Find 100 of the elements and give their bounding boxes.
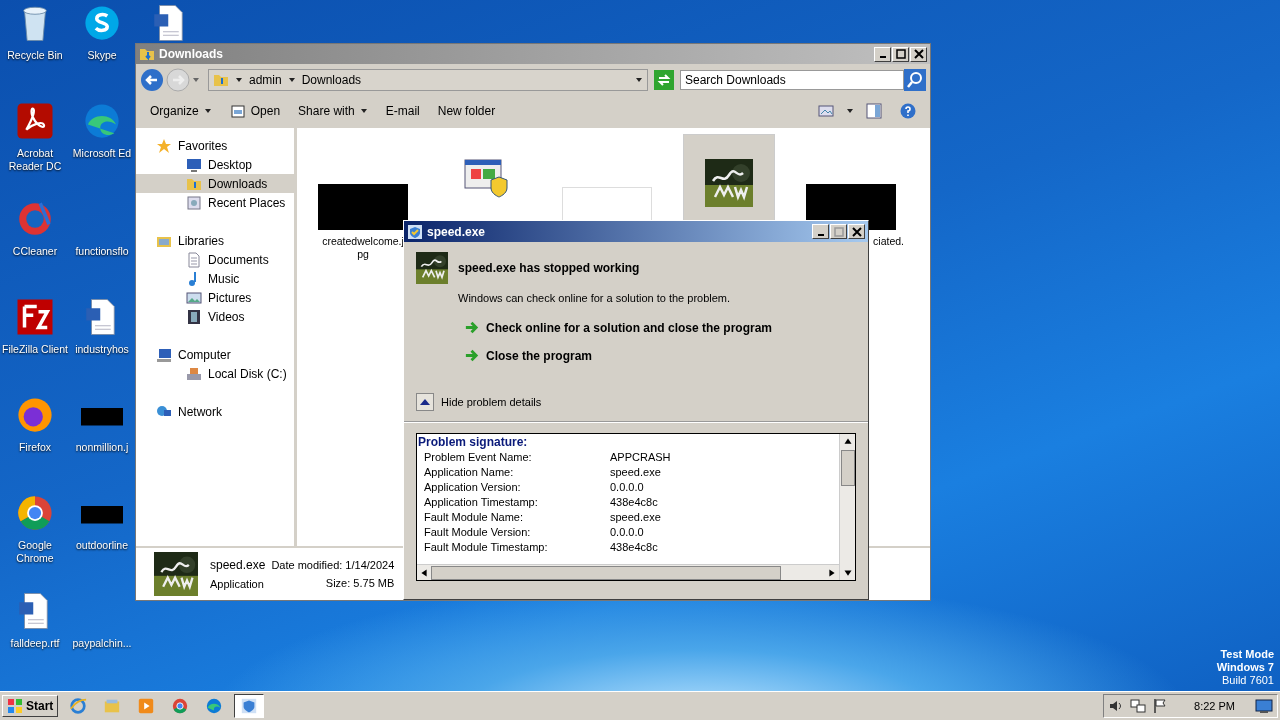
dialog-message: Windows can check online for a solution to the problem. (458, 292, 732, 304)
search-field[interactable]: Search Downloads (680, 70, 904, 90)
share-button[interactable]: Share with (292, 101, 374, 121)
icon-label[interactable]: nonmillion.j (75, 441, 129, 454)
document-icon (186, 251, 202, 268)
horizontal-scrollbar[interactable] (417, 564, 839, 580)
help-icon[interactable] (900, 103, 916, 119)
desktop-icon (186, 156, 202, 173)
scroll-thumb[interactable] (840, 450, 855, 486)
preview-pane-icon[interactable] (866, 103, 882, 119)
nav-item[interactable]: Network (136, 402, 294, 421)
nav-item[interactable]: Videos (136, 307, 294, 326)
detail-label: Application Version: (424, 480, 522, 493)
detail-value: speed.exe (610, 465, 661, 478)
icon-label[interactable]: Google Chrome (0, 539, 70, 565)
vertical-scrollbar[interactable] (839, 434, 855, 580)
caret-icon[interactable] (203, 107, 212, 115)
back-button[interactable] (140, 68, 164, 92)
icon-label[interactable]: industryhos (75, 343, 129, 356)
detail-label: Application Timestamp: (424, 495, 539, 508)
toggle-details-link[interactable]: Hide problem details (441, 396, 542, 408)
organize-button[interactable]: Organize (144, 101, 218, 121)
detail-label: Fault Module Name: (424, 510, 525, 523)
detail-label: Fault Module Version: (424, 525, 532, 538)
detail-value: 0.0.0.0 (610, 480, 644, 493)
detail-value: APPCRASH (610, 450, 671, 463)
icon-label[interactable]: Recycle Bin (7, 49, 63, 62)
icon-label[interactable]: functionsflo (75, 245, 129, 258)
computer-icon (156, 346, 172, 363)
icon-label[interactable]: Skype (87, 49, 117, 62)
disk-icon (186, 365, 202, 382)
file-size: Size: 5.75 MB (325, 577, 395, 589)
icon-label[interactable]: Acrobat Reader DC (0, 147, 70, 173)
toolbar-button[interactable]: E-mail (379, 101, 426, 121)
window-title: Downloads (159, 47, 223, 61)
breadcrumb-arrow-icon[interactable] (287, 76, 296, 84)
app-icon (154, 552, 198, 596)
icon-label[interactable]: Firefox (18, 441, 52, 454)
window-icon[interactable] (229, 103, 246, 119)
scroll-thumb[interactable] (431, 565, 781, 580)
address-bar[interactable]: admin Downloads (208, 69, 648, 91)
nav-item[interactable]: Desktop (136, 155, 294, 174)
details-heading: Problem signature: (418, 435, 529, 449)
recent-icon (186, 194, 202, 211)
collapse-button[interactable] (416, 393, 434, 411)
nav-item[interactable]: Libraries (136, 231, 294, 250)
command-link[interactable]: Close the program (486, 348, 593, 363)
dialog-heading: speed.exe has stopped working (458, 261, 640, 275)
detail-value: 0.0.0.0 (610, 525, 644, 538)
history-dropdown-icon[interactable] (192, 76, 200, 84)
clock[interactable]: 8:22 PM (1194, 700, 1235, 712)
search-icon[interactable] (904, 69, 926, 91)
nav-item[interactable]: Recent Places (136, 193, 294, 212)
view-icon[interactable] (818, 103, 834, 119)
folder-icon (213, 72, 229, 88)
dropdown-arrow-icon[interactable] (635, 76, 643, 84)
squares-logo-icon[interactable] (7, 698, 23, 714)
icon-label[interactable]: outdoorline (76, 539, 128, 552)
arrow-icon (464, 348, 479, 363)
refresh-button[interactable] (654, 70, 674, 90)
breadcrumb-item[interactable]: admin (249, 73, 282, 87)
view-dropdown-icon[interactable] (846, 107, 854, 115)
caret-icon[interactable] (359, 107, 368, 115)
app-icon (705, 159, 753, 207)
network-icon[interactable] (1130, 698, 1147, 714)
nav-item[interactable]: Local Disk (C:) (136, 364, 294, 383)
window-title: speed.exe (427, 224, 486, 239)
nav-item[interactable]: Pictures (136, 288, 294, 307)
icon-label[interactable]: falldeep.rtf (10, 637, 60, 650)
file-type: Application (210, 578, 265, 590)
start-button[interactable]: Start (2, 695, 59, 717)
command-link[interactable]: Check online for a solution and close the program (486, 320, 773, 335)
flag-icon[interactable] (1152, 698, 1169, 714)
show-desktop-icon[interactable] (1255, 698, 1273, 714)
nav-item[interactable]: Downloads (136, 174, 294, 193)
open-button[interactable]: Open (223, 100, 287, 122)
breadcrumb-item[interactable]: Downloads (301, 73, 362, 87)
breadcrumb-arrow-icon[interactable] (235, 76, 243, 84)
file-name: speed.exe (210, 558, 266, 572)
nav-item[interactable]: Computer (136, 345, 294, 364)
icon-label[interactable]: CCleaner (12, 245, 58, 258)
date-modified: Date modified: 1/14/2024 (271, 559, 395, 571)
nav-item[interactable]: Favorites (136, 136, 294, 155)
arrow-icon (464, 320, 479, 335)
icon-label[interactable]: paypalchin... (72, 637, 132, 650)
star-icon (156, 137, 172, 154)
icon-label[interactable]: FileZilla Client (2, 343, 68, 356)
icon-label[interactable]: Microsoft Ed (72, 147, 132, 160)
detail-label: Fault Module Timestamp: (424, 540, 549, 553)
shield-icon (407, 223, 423, 240)
file-tile[interactable]: createdwelcome.jpg (317, 134, 409, 262)
app-icon (416, 252, 448, 284)
nav-item[interactable]: Documents (136, 250, 294, 269)
detail-value: speed.exe (610, 510, 661, 523)
nav-item[interactable]: Music (136, 269, 294, 288)
detail-value: 438e4c8c (610, 540, 658, 553)
toolbar-button[interactable]: New folder (431, 101, 502, 121)
pictures-icon (186, 289, 202, 306)
crash-taskbar-icon[interactable] (234, 694, 265, 718)
folder-icon (139, 46, 155, 62)
